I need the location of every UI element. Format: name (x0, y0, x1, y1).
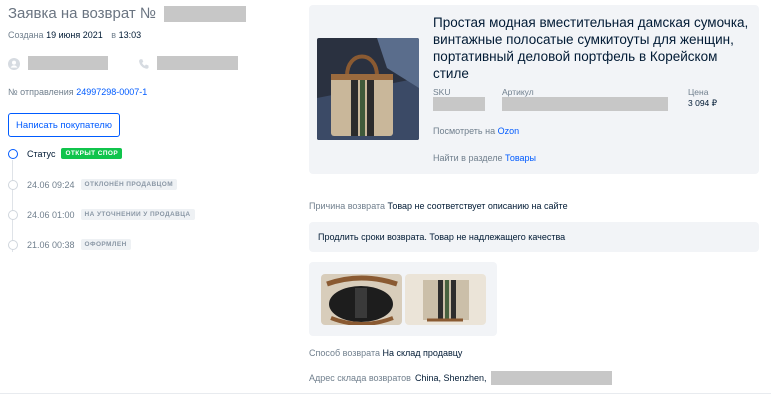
created-info: Создана 19 июня 2021 в 13:03 (8, 30, 141, 40)
article-label: Артикул (502, 87, 534, 97)
reason-label: Причина возврата (309, 201, 386, 211)
shipment-label: № отправления (8, 87, 74, 97)
sku-label: SKU (433, 87, 451, 97)
redacted-return-number (164, 5, 246, 22)
timeline-item: 24.06 09:24 ОТКЛОНЁН ПРОДАВЦОМ (8, 179, 178, 190)
status-badge: НА УТОЧНЕНИИ У ПРОДАВЦА (80, 209, 195, 220)
status-badge: ОФОРМЛЕН (80, 239, 131, 250)
method-label: Способ возврата (309, 348, 380, 358)
timeline-item-status: Статус ОТКРЫТ СПОР (8, 148, 123, 159)
redacted-buyer-name (28, 56, 108, 70)
timeline-dot (8, 239, 18, 250)
return-address: Адрес склада возвратов China, Shenzhen, (309, 371, 612, 385)
status-badge: ОТКРЫТ СПОР (61, 148, 123, 159)
created-date: 19 июня 2021 (46, 30, 103, 40)
reason-value: Товар не соответствует описанию на сайте (387, 201, 568, 211)
find-in-section: Найти в разделе Товары (433, 153, 536, 163)
redacted-sku (433, 97, 485, 111)
return-reason: Причина возврата Товар не соответствует … (309, 201, 568, 211)
shipment-number-link[interactable]: 24997298-0007-1 (76, 87, 147, 97)
return-comment: Продлить сроки возврата. Товар не надлеж… (309, 222, 759, 252)
redacted-buyer-phone (157, 56, 238, 70)
return-photos (309, 262, 497, 336)
ozon-link[interactable]: Ozon (498, 126, 520, 136)
page-title: Заявка на возврат № (8, 5, 246, 22)
timeline-dot (8, 209, 18, 220)
price-label: Цена (688, 87, 709, 97)
redacted-article (502, 97, 668, 111)
address-label: Адрес склада возвратов (309, 373, 411, 383)
buyer-info-row (8, 56, 238, 70)
return-photo-thumbnail[interactable] (321, 274, 402, 325)
divider (0, 393, 771, 394)
view-label: Посмотреть на (433, 126, 496, 136)
price-value: 3 094 ₽ (688, 98, 718, 108)
timeline-item: 21.06 00:38 ОФОРМЛЕН (8, 239, 131, 250)
method-value: На склад продавцу (382, 348, 463, 358)
status-badge: ОТКЛОНЁН ПРОДАВЦОМ (80, 179, 178, 190)
timeline-text: 24.06 09:24 (27, 179, 75, 190)
timeline-text: 21.06 00:38 (27, 239, 75, 250)
created-at-label: в (111, 30, 117, 40)
product-card: Простая модная вместительная дамская сум… (309, 5, 759, 174)
return-photo-thumbnail[interactable] (405, 274, 486, 325)
product-photo[interactable] (317, 38, 419, 140)
page-title-text: Заявка на возврат № (8, 5, 156, 22)
write-buyer-button[interactable]: Написать покупателю (8, 113, 120, 137)
view-on-ozon: Посмотреть на Ozon (433, 126, 519, 136)
address-value: China, Shenzhen, (414, 373, 487, 383)
timeline-dot (8, 179, 18, 190)
timeline-item: 24.06 01:00 НА УТОЧНЕНИИ У ПРОДАВЦА (8, 209, 195, 220)
section-label: Найти в разделе (433, 153, 503, 163)
created-label: Создана (8, 30, 44, 40)
user-icon (8, 57, 20, 70)
created-time: 13:03 (118, 30, 142, 40)
product-title: Простая модная вместительная дамская сум… (433, 15, 749, 81)
timeline-text: 24.06 01:00 (27, 209, 75, 220)
redacted-address (490, 371, 612, 385)
timeline-text: Статус (27, 148, 56, 159)
shipment-info: № отправления 24997298-0007-1 (8, 87, 147, 97)
return-method: Способ возврата На склад продавцу (309, 348, 462, 358)
products-section-link[interactable]: Товары (505, 153, 536, 163)
phone-icon (138, 57, 150, 69)
timeline-dot-active (8, 148, 18, 159)
